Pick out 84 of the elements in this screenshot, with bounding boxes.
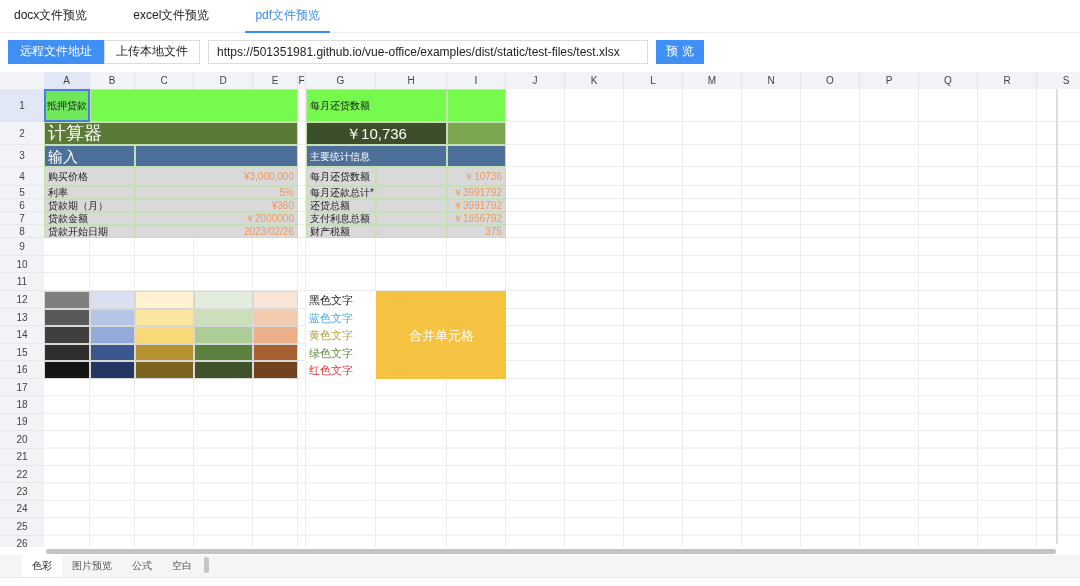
scrollbar[interactable] xyxy=(204,557,209,573)
row-header[interactable]: 9 xyxy=(0,238,44,256)
table-cell: ￥10,736 xyxy=(306,122,447,145)
header-corner xyxy=(0,72,44,89)
table-cell: 黑色文字 xyxy=(306,291,376,309)
row-header[interactable]: 17 xyxy=(0,379,44,397)
column-header[interactable]: H xyxy=(376,72,447,89)
column-header[interactable]: D xyxy=(194,72,253,89)
sheet-tab[interactable]: 空白 xyxy=(162,555,202,577)
table-cell: 输入 xyxy=(44,145,135,167)
row-header[interactable]: 25 xyxy=(0,518,44,536)
column-header[interactable]: B xyxy=(90,72,135,89)
row-header[interactable]: 16 xyxy=(0,361,44,379)
table-cell: 主要统计信息 xyxy=(306,145,447,167)
row-header[interactable]: 5 xyxy=(0,186,44,199)
scrollbar[interactable] xyxy=(1056,89,1058,544)
url-field[interactable]: https://501351981.github.io/vue-office/examples/dist/static/test-files/test.xlsx xyxy=(208,39,648,64)
table-cell: ￥1856792 xyxy=(447,212,506,225)
column-header[interactable]: N xyxy=(742,72,801,89)
column-header[interactable]: S xyxy=(1037,72,1080,89)
table-cell: 蓝色文字 xyxy=(306,309,376,326)
table-cell: 财产税额 xyxy=(306,225,376,238)
table-cell: ￥3991792 xyxy=(447,199,506,212)
column-header[interactable]: I xyxy=(447,72,506,89)
table-cell: ¥3,000,000 xyxy=(135,167,298,186)
table-cell: 绿色文字 xyxy=(306,344,376,361)
tab[interactable]: docx文件预览 xyxy=(4,0,98,33)
merged-cell: 合并单元格 xyxy=(376,291,506,379)
table-cell: ￥3991792 xyxy=(447,186,506,199)
table-cell: 支付利息总额 xyxy=(306,212,376,225)
table-cell: 黄色文字 xyxy=(306,326,376,344)
row-header[interactable]: 8 xyxy=(0,225,44,238)
row-header[interactable]: 6 xyxy=(0,199,44,212)
table-cell: 抵押贷款 xyxy=(44,89,90,122)
row-header[interactable]: 1 xyxy=(0,89,44,122)
table-cell: 每月还贷数额 xyxy=(306,89,447,122)
row-header[interactable]: 10 xyxy=(0,256,44,273)
source-toggle-button[interactable]: 上传本地文件 xyxy=(104,39,200,64)
column-header[interactable]: M xyxy=(683,72,742,89)
row-header[interactable]: 3 xyxy=(0,145,44,167)
row-header[interactable]: 15 xyxy=(0,344,44,361)
column-header[interactable]: O xyxy=(801,72,860,89)
row-header[interactable]: 7 xyxy=(0,212,44,225)
tab[interactable]: pdf文件预览 xyxy=(245,0,331,33)
table-cell: 利率 xyxy=(44,186,135,199)
table-cell: 贷款期（月） xyxy=(44,199,135,212)
table-cell: 每月还贷数额 xyxy=(306,167,376,186)
row-header[interactable]: 23 xyxy=(0,483,44,501)
table-cell: 贷款开始日期 xyxy=(44,225,135,238)
row-header[interactable]: 13 xyxy=(0,309,44,326)
row-header[interactable]: 2 xyxy=(0,122,44,145)
column-header[interactable]: C xyxy=(135,72,194,89)
column-header[interactable]: R xyxy=(978,72,1037,89)
column-header[interactable]: G xyxy=(306,72,376,89)
table-cell: 5% xyxy=(135,186,298,199)
table-cell: 贷款金额 xyxy=(44,212,135,225)
table-cell: ￥2000000 xyxy=(135,212,298,225)
table-cell: 还贷总额 xyxy=(306,199,376,212)
table-cell: ¥360 xyxy=(135,199,298,212)
table-cell: 2023/02/26 xyxy=(135,225,298,238)
column-header[interactable]: K xyxy=(565,72,624,89)
column-header[interactable]: A xyxy=(44,72,90,89)
column-header[interactable]: L xyxy=(624,72,683,89)
column-header[interactable]: P xyxy=(860,72,919,89)
row-header[interactable]: 20 xyxy=(0,431,44,449)
row-header[interactable]: 14 xyxy=(0,326,44,344)
tab[interactable]: excel文件预览 xyxy=(123,0,220,33)
column-header[interactable]: Q xyxy=(919,72,978,89)
row-header[interactable]: 18 xyxy=(0,396,44,414)
sheet-tab[interactable]: 公式 xyxy=(122,555,162,577)
column-header[interactable]: J xyxy=(506,72,565,89)
row-header[interactable]: 11 xyxy=(0,273,44,291)
table-cell: 每月还款总计* xyxy=(306,186,376,199)
table-cell: 375 xyxy=(447,225,506,238)
table-cell: 购买价格 xyxy=(44,167,135,186)
table-cell: 红色文字 xyxy=(306,361,376,379)
column-header[interactable]: E xyxy=(253,72,298,89)
sheet-tab[interactable]: 色彩 xyxy=(22,555,62,577)
row-header[interactable]: 12 xyxy=(0,291,44,309)
sheet-tab[interactable]: 图片预览 xyxy=(62,555,122,577)
table-cell: 计算器 xyxy=(44,122,298,145)
scrollbar[interactable] xyxy=(46,548,1056,554)
table-cell: ￥10736 xyxy=(447,167,506,186)
row-header[interactable]: 4 xyxy=(0,167,44,186)
